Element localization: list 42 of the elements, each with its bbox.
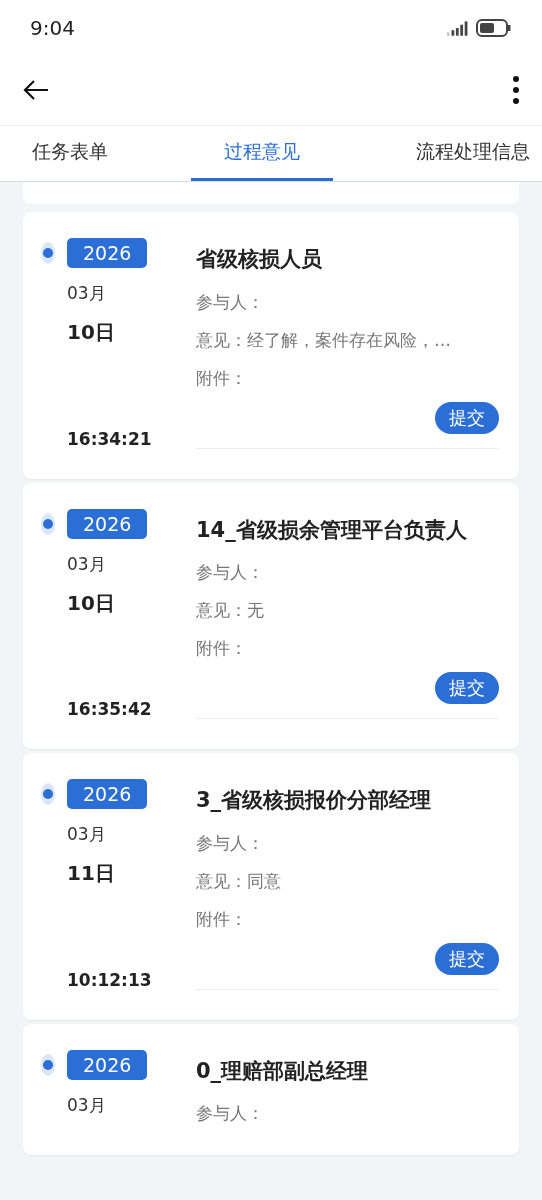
tab[interactable]: 任务表单 bbox=[30, 126, 110, 181]
tab[interactable]: 流程处理信息 bbox=[414, 126, 532, 181]
submit-button[interactable]: 提交 bbox=[435, 942, 499, 975]
year-badge: 2026 bbox=[67, 1049, 148, 1080]
record-month: 03月 bbox=[67, 552, 107, 576]
timeline-dot bbox=[41, 242, 55, 264]
status-time: 9:04 bbox=[30, 15, 75, 40]
year-badge: 2026 bbox=[67, 508, 148, 539]
participant-label: 参与人： bbox=[196, 290, 265, 314]
record-title: 14_省级损余管理平台负责人 bbox=[196, 516, 468, 544]
more-menu-icon[interactable] bbox=[512, 75, 520, 105]
participant-label: 参与人： bbox=[196, 1102, 265, 1125]
record-month: 03月 bbox=[67, 1093, 107, 1117]
record-month: 03月 bbox=[67, 823, 107, 846]
timeline-dot bbox=[41, 1053, 55, 1076]
opinion-text: 意见：同意 bbox=[196, 869, 282, 893]
attachment-label: 附件： bbox=[196, 637, 248, 660]
year-badge: 2026 bbox=[67, 238, 148, 268]
participant-label: 参与人： bbox=[196, 831, 265, 855]
record-time: 16:35:42 bbox=[67, 699, 153, 719]
opinion-text: 意见：无 bbox=[196, 599, 265, 622]
attachment-label: 附件： bbox=[196, 366, 248, 390]
battery-icon bbox=[476, 18, 512, 37]
timeline-dot bbox=[41, 783, 55, 805]
record-day: 11日 bbox=[67, 860, 196, 887]
year-badge: 2026 bbox=[67, 779, 148, 809]
record-title: 0_理赔部副总经理 bbox=[196, 1057, 370, 1085]
submit-button[interactable]: 提交 bbox=[435, 401, 499, 434]
participant-label: 参与人： bbox=[196, 561, 265, 584]
record-month: 03月 bbox=[67, 282, 107, 305]
record-day: 10日 bbox=[67, 319, 196, 346]
record-title: 3_省级核损报价分部经理 bbox=[196, 787, 433, 814]
timeline-dot bbox=[41, 512, 55, 535]
record-time: 16:34:21 bbox=[67, 428, 153, 449]
record-day: 10日 bbox=[67, 589, 196, 617]
back-arrow-icon[interactable] bbox=[22, 78, 50, 102]
record-time: 10:12:13 bbox=[67, 969, 153, 990]
opinion-text: 意见：经了解，案件存在风险，… bbox=[196, 328, 452, 352]
submit-button[interactable]: 提交 bbox=[435, 672, 499, 704]
attachment-label: 附件： bbox=[196, 907, 248, 931]
record-title: 省级核损人员 bbox=[196, 246, 323, 273]
signal-icon bbox=[446, 19, 468, 36]
